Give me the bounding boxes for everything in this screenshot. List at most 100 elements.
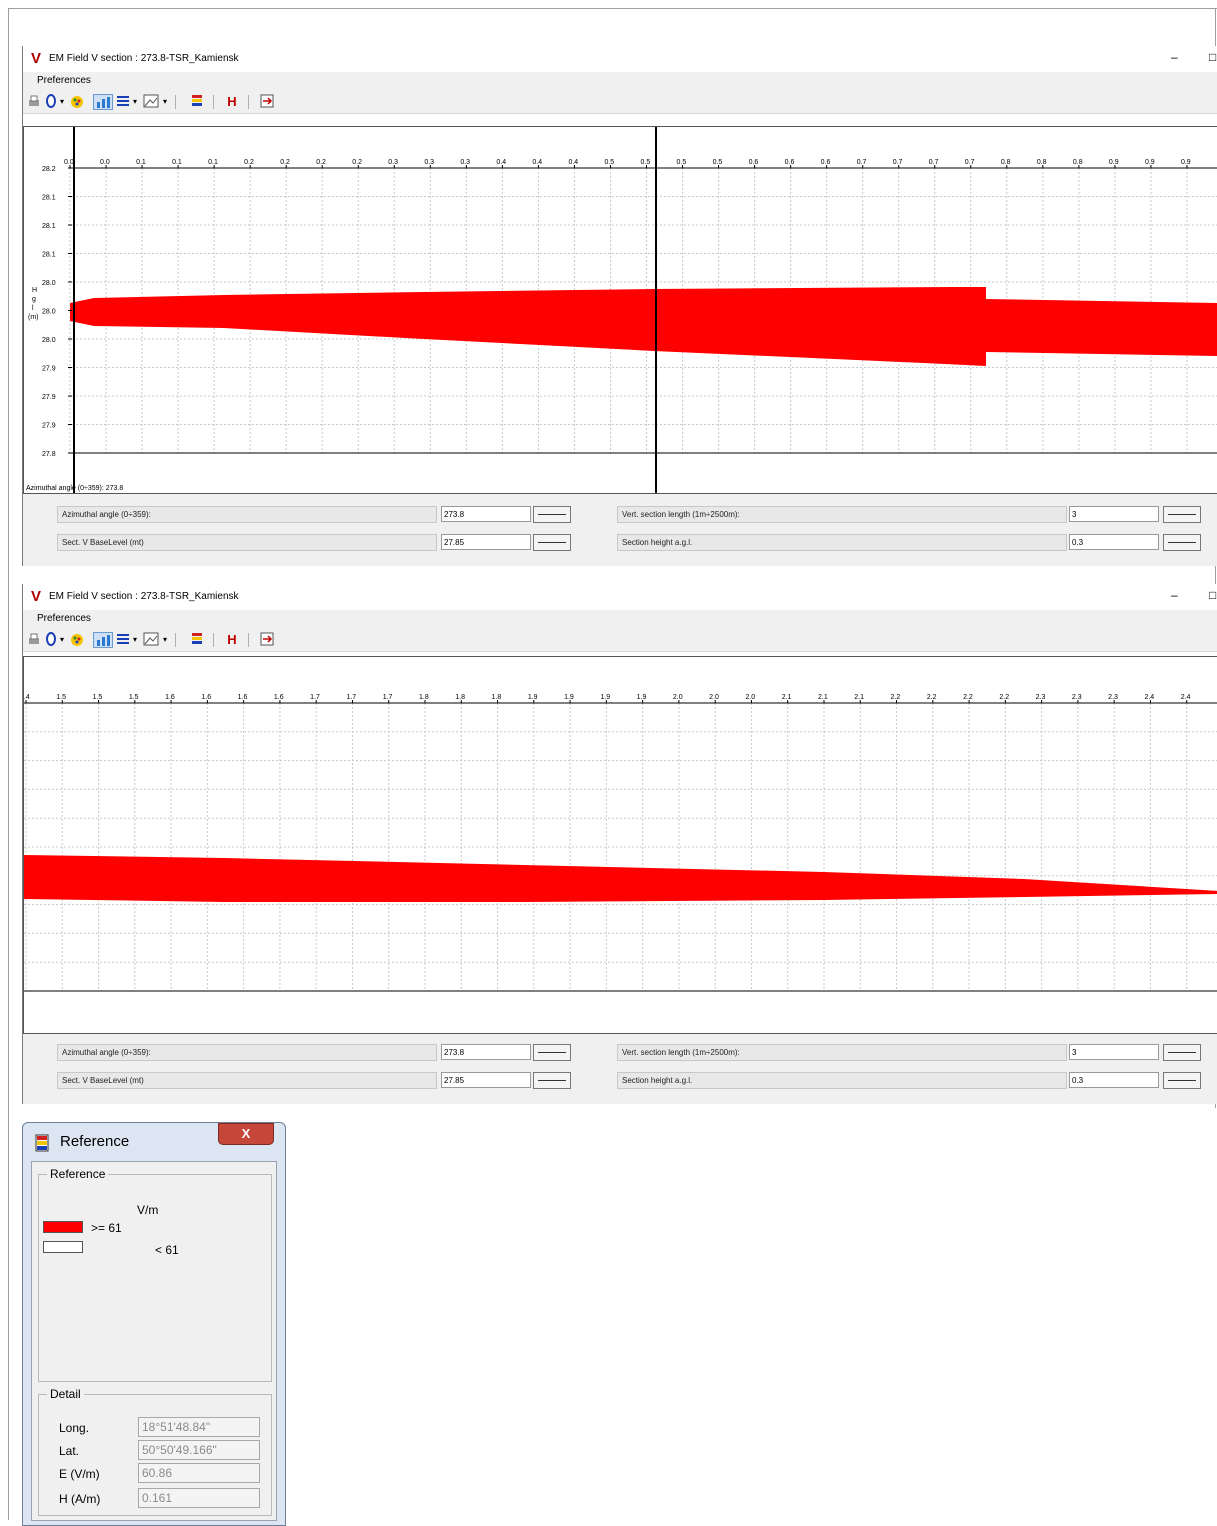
- latitude-field[interactable]: 50°50'49.166": [138, 1440, 260, 1460]
- ellipse-tool-icon[interactable]: [45, 94, 57, 110]
- h-field-icon[interactable]: H: [225, 94, 239, 110]
- x-tick-label: 0.5: [713, 159, 723, 166]
- base-level-input[interactable]: [441, 1072, 531, 1088]
- palette-icon[interactable]: [69, 632, 85, 648]
- legend-bars-icon[interactable]: [191, 94, 203, 110]
- y-tick-label: 27.9: [42, 394, 56, 401]
- legend-bars-icon[interactable]: [191, 632, 203, 648]
- toolbar-separator: [175, 633, 176, 647]
- x-tick-label: 0.7: [857, 159, 867, 166]
- base-level-input[interactable]: [441, 534, 531, 550]
- x-tick-label: 2.2: [963, 694, 973, 701]
- section-plot[interactable]: 0.0 0.0 0.1 0.1 0.1 0.2 0.2 0.2 0.2 0.3 0.3 0.3 0.4 0…: [23, 126, 1217, 494]
- menu-preferences[interactable]: Preferences: [37, 75, 91, 86]
- ellipse-tool-icon[interactable]: [45, 632, 57, 648]
- palette-icon[interactable]: [69, 94, 85, 110]
- section-height-input[interactable]: [1069, 1072, 1159, 1088]
- x-tick-label: 1.8: [419, 694, 429, 701]
- reference-dialog: Reference X Reference V/m >= 61 < 61 Det…: [22, 1122, 286, 1526]
- y-tick-label: 28.1: [42, 252, 56, 259]
- minimize-button[interactable]: –: [1171, 50, 1178, 64]
- y-tick-label: 28.2: [42, 166, 56, 173]
- azimuth-spinner[interactable]: [533, 506, 571, 523]
- e-field-value[interactable]: 60.86: [138, 1463, 260, 1483]
- x-tick-label: 2.1: [854, 694, 864, 701]
- printer-icon[interactable]: [27, 94, 41, 110]
- window-title: EM Field V section : 273.8-TSR_Kamiensk: [49, 591, 239, 602]
- dropdown-arrow-icon[interactable]: ▾: [58, 632, 66, 648]
- toolbar-separator: [213, 633, 214, 647]
- dropdown-arrow-icon[interactable]: ▾: [131, 632, 139, 648]
- image-export-icon[interactable]: [143, 94, 159, 110]
- section-height-spinner[interactable]: [1163, 534, 1201, 551]
- h-field-icon[interactable]: H: [225, 632, 239, 648]
- x-tick-label: 0.1: [172, 159, 182, 166]
- toolbar-separator: [175, 95, 176, 109]
- section-height-input[interactable]: [1069, 534, 1159, 550]
- section-length-input[interactable]: [1069, 1044, 1159, 1060]
- h-field-value[interactable]: 0.161: [138, 1488, 260, 1508]
- section-height-spinner[interactable]: [1163, 1072, 1201, 1089]
- x-tick-label: 0.8: [1001, 159, 1011, 166]
- menu-preferences[interactable]: Preferences: [37, 613, 91, 624]
- azimuth-label: Azimuthal angle (0÷359):: [57, 1044, 437, 1061]
- x-tick-label: 1.6: [165, 694, 175, 701]
- chart-view-icon[interactable]: [93, 632, 113, 648]
- app-logo-icon: V: [31, 50, 42, 67]
- dropdown-arrow-icon[interactable]: ▾: [161, 94, 169, 110]
- section-plot[interactable]: 1.4 1.5 1.5 1.5 1.6 1.6 1.6 1.6 1.7 1.7 1.7 1.8 1.8 1…: [23, 656, 1217, 1034]
- toolbar: ▾ ▾ ▾ H: [23, 90, 1217, 114]
- dropdown-arrow-icon[interactable]: ▾: [58, 94, 66, 110]
- x-tick-label: 2.2: [891, 694, 901, 701]
- status-azimuth-text: Azimuthal angle (0÷359): 273.8: [26, 485, 123, 492]
- azimuth-input[interactable]: [441, 1044, 531, 1060]
- screenshot-page: V EM Field V section : 273.8-TSR_Kamiens…: [0, 0, 1217, 1526]
- printer-icon[interactable]: [27, 632, 41, 648]
- section-length-spinner[interactable]: [1163, 506, 1201, 523]
- chart-view-icon[interactable]: [93, 94, 113, 110]
- maximize-button[interactable]: □: [1209, 588, 1216, 602]
- x-tick-label: 0.9: [1145, 159, 1155, 166]
- legend-swatch-low: [43, 1241, 83, 1253]
- azimuth-spinner[interactable]: [533, 1044, 571, 1061]
- section-length-spinner[interactable]: [1163, 1044, 1201, 1061]
- legend-bars-icon: [35, 1134, 49, 1152]
- y-tick-label: 28.0: [42, 337, 56, 344]
- list-view-icon[interactable]: [116, 94, 130, 110]
- dropdown-arrow-icon[interactable]: ▾: [161, 632, 169, 648]
- minimize-button[interactable]: –: [1171, 588, 1178, 602]
- list-view-icon[interactable]: [116, 632, 130, 648]
- title-bar[interactable]: V EM Field V section : 273.8-TSR_Kamiens…: [23, 584, 1217, 610]
- dropdown-arrow-icon[interactable]: ▾: [131, 94, 139, 110]
- x-tick-label: 1.9: [564, 694, 574, 701]
- x-tick-label: 0.2: [316, 159, 326, 166]
- close-button[interactable]: X: [218, 1123, 274, 1145]
- x-tick-label: 1.5: [56, 694, 66, 701]
- x-tick-label: 1.8: [492, 694, 502, 701]
- image-export-icon[interactable]: [143, 632, 159, 648]
- toolbar-separator: [248, 95, 249, 109]
- x-tick-label: 0.6: [749, 159, 759, 166]
- section-length-input[interactable]: [1069, 506, 1159, 522]
- latitude-label: Lat.: [59, 1444, 80, 1458]
- azimuth-input[interactable]: [441, 506, 531, 522]
- x-tick-label: 1.5: [93, 694, 103, 701]
- x-tick-label: 1.5: [129, 694, 139, 701]
- maximize-button[interactable]: □: [1209, 50, 1216, 64]
- y-tick-label: 28.1: [42, 223, 56, 230]
- export-icon[interactable]: [259, 94, 275, 110]
- x-tick-label: 1.8: [455, 694, 465, 701]
- x-tick-label: 0.9: [1109, 159, 1119, 166]
- base-level-spinner[interactable]: [533, 1072, 571, 1089]
- x-tick-label: 0.5: [677, 159, 687, 166]
- export-icon[interactable]: [259, 632, 275, 648]
- x-tick-label: 2.0: [673, 694, 683, 701]
- x-tick-label: 2.3: [1072, 694, 1082, 701]
- y-axis-label: Hg l (m): [28, 287, 39, 321]
- longitude-field[interactable]: 18°51'48.84": [138, 1417, 260, 1437]
- detail-group: Detail Long. 18°51'48.84" Lat. 50°50'49.…: [38, 1387, 272, 1516]
- x-tick-label: 2.1: [782, 694, 792, 701]
- parameter-panel: Azimuthal angle (0÷359): Vert. section l…: [23, 494, 1217, 566]
- title-bar[interactable]: V EM Field V section : 273.8-TSR_Kamiens…: [23, 46, 1217, 72]
- base-level-spinner[interactable]: [533, 534, 571, 551]
